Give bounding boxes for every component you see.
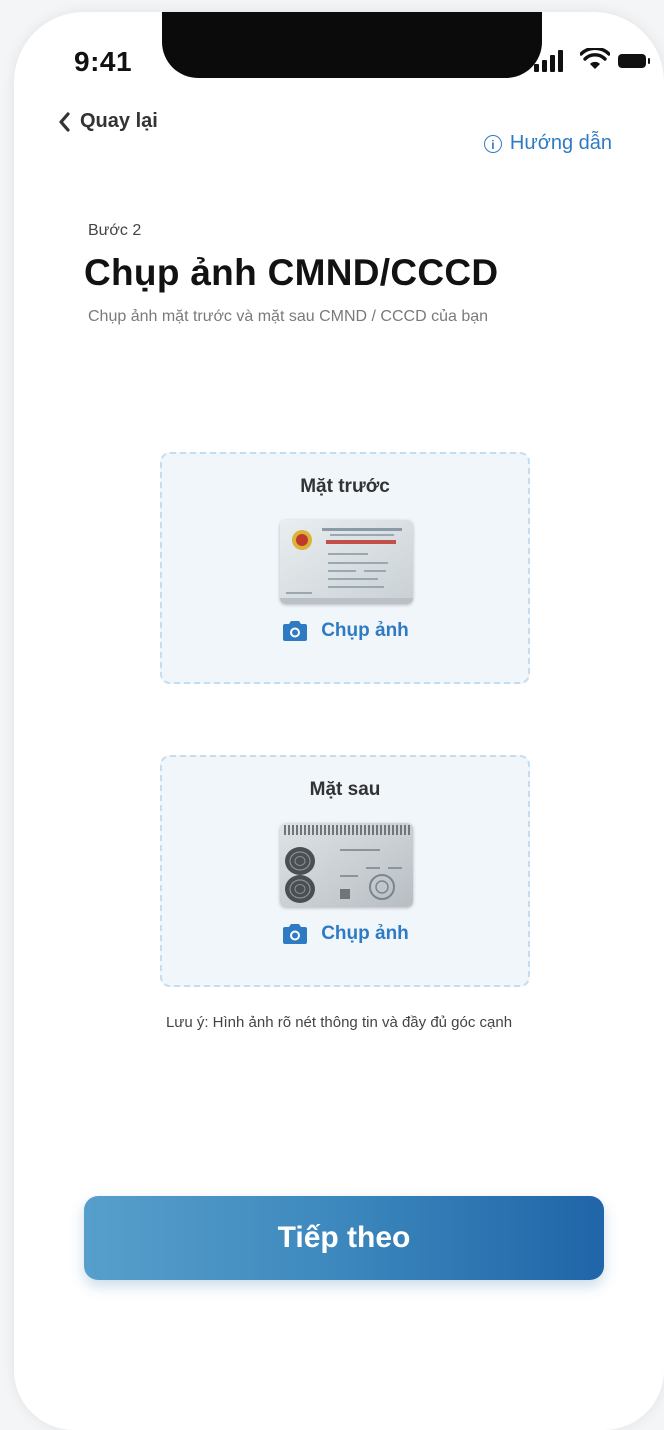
page-title: Chụp ảnh CMND/CCCD [84, 252, 499, 293]
id-card-back-image [280, 823, 413, 907]
photo-note: Lưu ý: Hình ảnh rõ nét thông tin và đầy … [165, 1014, 513, 1031]
front-capture-button[interactable]: Chụp ảnh [162, 620, 528, 642]
back-id-upload-card[interactable]: Mặt sau Chụp ảnh [160, 755, 530, 987]
back-capture-label: Chụp ảnh [321, 923, 409, 944]
info-icon: i [483, 134, 502, 153]
battery-icon [618, 54, 650, 68]
guide-label: Hướng dẫn [509, 132, 612, 154]
camera-icon [283, 924, 308, 944]
back-card-title: Mặt sau [309, 779, 381, 800]
back-capture-button[interactable]: Chụp ảnh [162, 923, 528, 945]
phone-frame: 9:41 Quay lại i Hướng dẫn Bước 2 Chụp ản… [14, 12, 664, 1430]
page-subtitle: Chụp ảnh mặt trước và mặt sau CMND / CCC… [88, 308, 489, 325]
front-card-title: Mặt trước [300, 476, 390, 497]
wifi-icon [580, 48, 610, 69]
status-time: 9:41 [74, 46, 133, 77]
camera-icon [283, 621, 308, 641]
status-icons [534, 48, 654, 78]
step-label: Bước 2 [88, 222, 142, 239]
notch [162, 12, 542, 78]
front-capture-label: Chụp ảnh [321, 620, 409, 641]
back-label: Quay lại [80, 110, 158, 132]
next-button[interactable]: Tiếp theo [84, 1196, 604, 1280]
back-button[interactable]: Quay lại [58, 110, 158, 133]
id-card-front-image [280, 520, 413, 604]
chevron-left-icon [59, 111, 70, 132]
guide-button[interactable]: i Hướng dẫn [483, 132, 612, 155]
front-id-upload-card[interactable]: Mặt trước Chụp ảnh [160, 452, 530, 684]
